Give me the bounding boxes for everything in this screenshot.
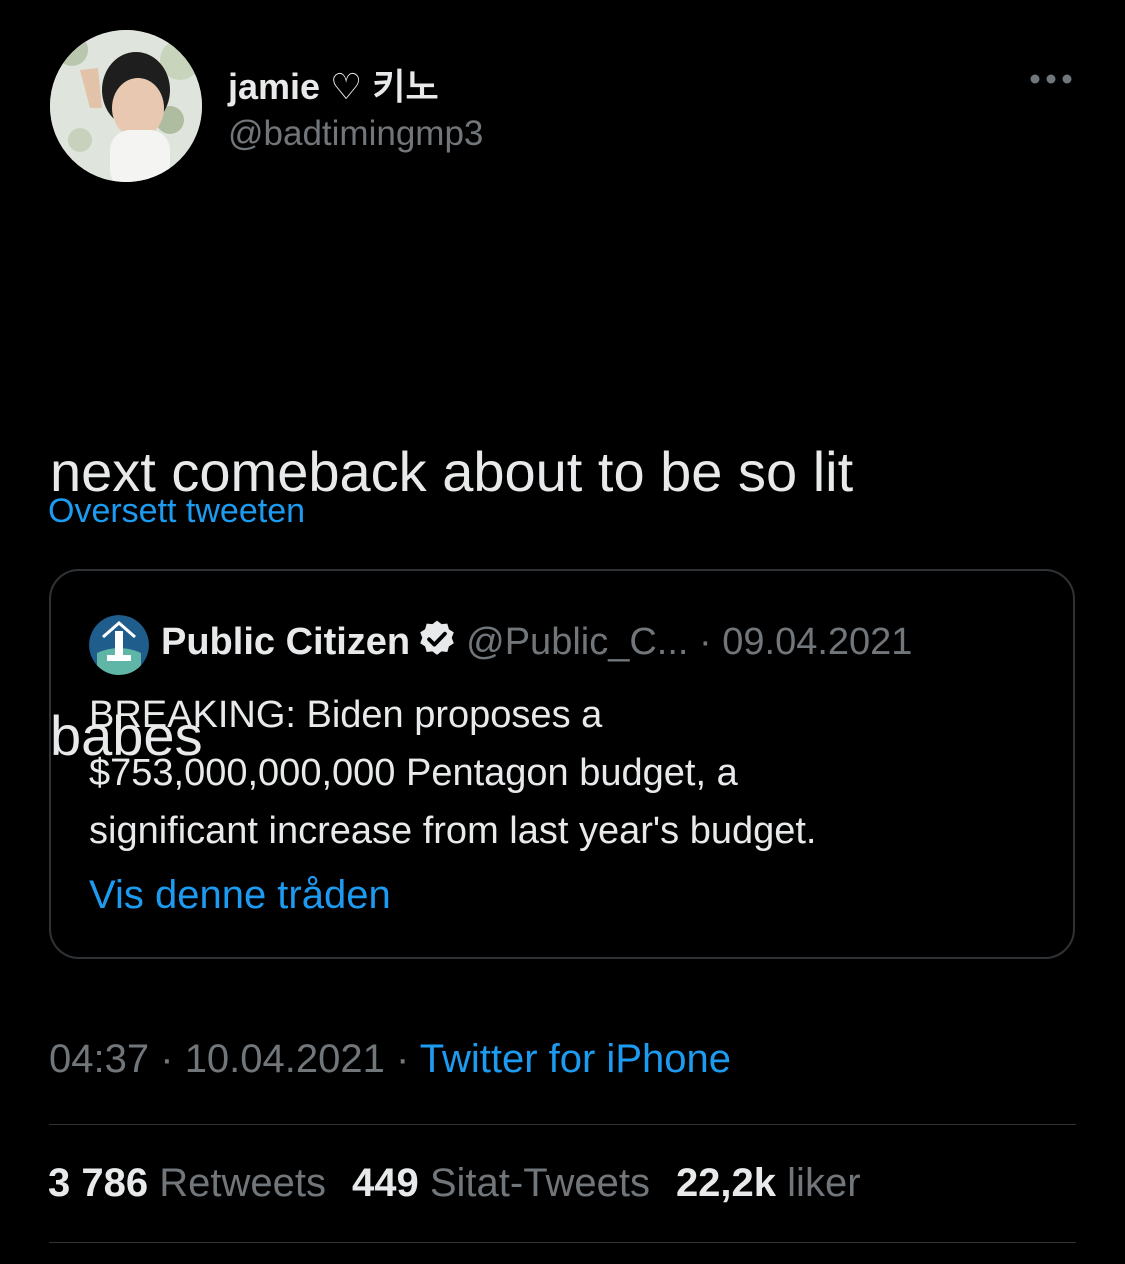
retweets-label: Retweets [159,1161,326,1205]
quote-tweets-stat[interactable]: 449 Sitat-Tweets [352,1161,650,1205]
quote-tweets-count: 449 [351,1161,419,1205]
likes-count: 22,2k [675,1161,777,1205]
divider [49,1124,1076,1125]
divider [49,1242,1076,1243]
quote-tweets-label: Sitat-Tweets [429,1161,650,1205]
tweet-source-link[interactable]: Twitter for iPhone [420,1037,731,1081]
more-horizontal-icon[interactable] [1028,66,1074,92]
verified-badge-icon [416,618,458,660]
show-thread-link[interactable]: Vis denne tråden [89,873,391,918]
tweet-meta: 04:37 · 10.04.2021 · Twitter for iPhone [49,1037,731,1082]
tweet-time[interactable]: 04:37 [49,1037,149,1081]
quoted-tweet-header: Public Citizen @Public_C... · 09.04.2021 [161,617,912,667]
quoted-author-handle[interactable]: @Public_C... [466,621,688,663]
retweets-count: 3 786 [48,1161,149,1205]
author-avatar[interactable] [50,30,202,182]
tweet-date[interactable]: 10.04.2021 [185,1037,385,1081]
quoted-author-name[interactable]: Public Citizen [161,621,410,663]
author-display-name[interactable]: jamie ♡ 키노 [228,58,439,110]
translate-tweet-link[interactable]: Oversett tweeten [48,492,305,531]
quoted-text-line: significant increase from last year's bu… [89,810,817,852]
likes-label: liker [787,1161,861,1205]
quoted-text-line: $753,000,000,000 Pentagon budget, a [89,752,738,794]
meta-separator: · [396,1037,410,1081]
quoted-text-line: BREAKING: Biden proposes a [89,694,603,736]
author-handle[interactable]: @badtimingmp3 [228,114,483,154]
quoted-author-avatar[interactable] [89,615,149,675]
quoted-tweet-text: BREAKING: Biden proposes a $753,000,000,… [89,686,1049,860]
quoted-tweet-date[interactable]: 09.04.2021 [722,621,912,663]
quoted-header-separator: · [699,621,712,663]
likes-stat[interactable]: 22,2k liker [676,1161,861,1205]
retweets-stat[interactable]: 3 786 Retweets [48,1161,326,1205]
meta-separator: · [160,1037,174,1081]
quoted-tweet-card[interactable]: Public Citizen @Public_C... · 09.04.2021 … [49,569,1075,959]
tweet-stats: 3 786 Retweets 449 Sitat-Tweets 22,2k like… [48,1161,861,1206]
